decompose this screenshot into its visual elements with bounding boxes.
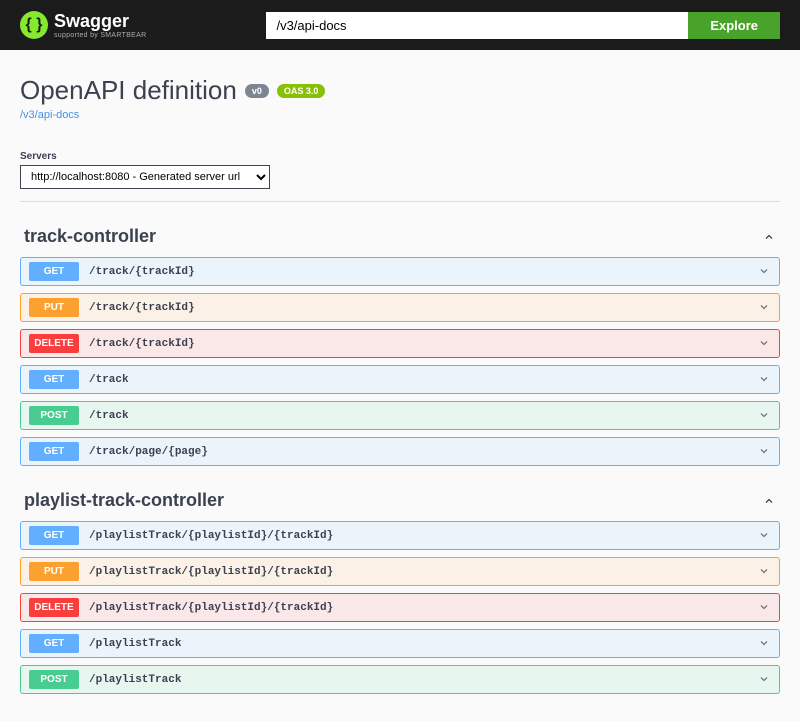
swagger-logo-icon: { } [20, 11, 48, 39]
section: playlist-track-controller GET/playlistTra… [20, 484, 780, 694]
chevron-down-icon [757, 300, 771, 314]
method-badge: DELETE [29, 598, 79, 617]
endpoint-row[interactable]: GET/track [20, 365, 780, 394]
endpoint-path: /track/page/{page} [89, 446, 757, 458]
endpoint-row[interactable]: GET/track/{trackId} [20, 257, 780, 286]
endpoint-path: /track/{trackId} [89, 266, 757, 278]
endpoint-path: /playlistTrack [89, 674, 757, 686]
endpoint-path: /track/{trackId} [89, 302, 757, 314]
section-title: playlist-track-controller [24, 490, 224, 511]
page-title: OpenAPI definition [20, 75, 237, 106]
logo-text: Swagger [54, 11, 146, 32]
searchbar: Explore [266, 12, 780, 39]
chevron-down-icon [757, 444, 771, 458]
spec-url-input[interactable] [266, 12, 688, 39]
method-badge: PUT [29, 562, 79, 581]
endpoint-path: /track/{trackId} [89, 338, 757, 350]
chevron-down-icon [757, 372, 771, 386]
chevron-down-icon [757, 600, 771, 614]
version-badge: v0 [245, 84, 269, 98]
endpoint-path: /track [89, 410, 757, 422]
method-badge: GET [29, 526, 79, 545]
endpoint-path: /playlistTrack/{playlistId}/{trackId} [89, 566, 757, 578]
topbar: { } Swagger supported by SMARTBEAR Explo… [0, 0, 800, 50]
endpoint-row[interactable]: PUT/track/{trackId} [20, 293, 780, 322]
method-badge: GET [29, 442, 79, 461]
chevron-down-icon [757, 564, 771, 578]
chevron-up-icon [762, 230, 776, 244]
logo-subtext: supported by SMARTBEAR [54, 32, 146, 39]
endpoint-path: /playlistTrack [89, 638, 757, 650]
endpoint-row[interactable]: DELETE/playlistTrack/{playlistId}/{track… [20, 593, 780, 622]
method-badge: PUT [29, 298, 79, 317]
section: track-controllerGET/track/{trackId}PUT/t… [20, 220, 780, 466]
method-badge: POST [29, 670, 79, 689]
endpoint-row[interactable]: POST/playlistTrack [20, 665, 780, 694]
endpoint-path: /playlistTrack/{playlistId}/{trackId} [89, 530, 757, 542]
chevron-down-icon [757, 264, 771, 278]
endpoint-row[interactable]: GET/track/page/{page} [20, 437, 780, 466]
header-row: OpenAPI definition v0 OAS 3.0 [20, 75, 780, 106]
docs-link[interactable]: /v3/api-docs [20, 109, 79, 121]
explore-button[interactable]: Explore [688, 12, 780, 39]
chevron-up-icon [762, 494, 776, 508]
logo-text-wrap: Swagger supported by SMARTBEAR [54, 11, 146, 39]
chevron-down-icon [757, 336, 771, 350]
endpoint-row[interactable]: DELETE/track/{trackId} [20, 329, 780, 358]
main-container: OpenAPI definition v0 OAS 3.0 /v3/api-do… [20, 50, 780, 721]
divider [20, 201, 780, 202]
chevron-down-icon [757, 672, 771, 686]
chevron-down-icon [757, 408, 771, 422]
endpoint-row[interactable]: PUT/playlistTrack/{playlistId}/{trackId} [20, 557, 780, 586]
section-title: track-controller [24, 226, 156, 247]
logo: { } Swagger supported by SMARTBEAR [20, 11, 146, 39]
section-header[interactable]: track-controller [20, 220, 780, 257]
endpoint-path: /track [89, 374, 757, 386]
method-badge: GET [29, 262, 79, 281]
method-badge: GET [29, 634, 79, 653]
chevron-down-icon [757, 636, 771, 650]
oas-badge: OAS 3.0 [277, 84, 326, 98]
servers-label: Servers [20, 151, 780, 162]
endpoint-path: /playlistTrack/{playlistId}/{trackId} [89, 602, 757, 614]
method-badge: POST [29, 406, 79, 425]
endpoint-row[interactable]: GET/playlistTrack [20, 629, 780, 658]
chevron-down-icon [757, 528, 771, 542]
method-badge: GET [29, 370, 79, 389]
section-header[interactable]: playlist-track-controller [20, 484, 780, 521]
method-badge: DELETE [29, 334, 79, 353]
endpoint-row[interactable]: GET/playlistTrack/{playlistId}/{trackId} [20, 521, 780, 550]
servers-block: Servers http://localhost:8080 - Generate… [20, 151, 780, 189]
servers-select[interactable]: http://localhost:8080 - Generated server… [20, 165, 270, 189]
endpoint-row[interactable]: POST/track [20, 401, 780, 430]
